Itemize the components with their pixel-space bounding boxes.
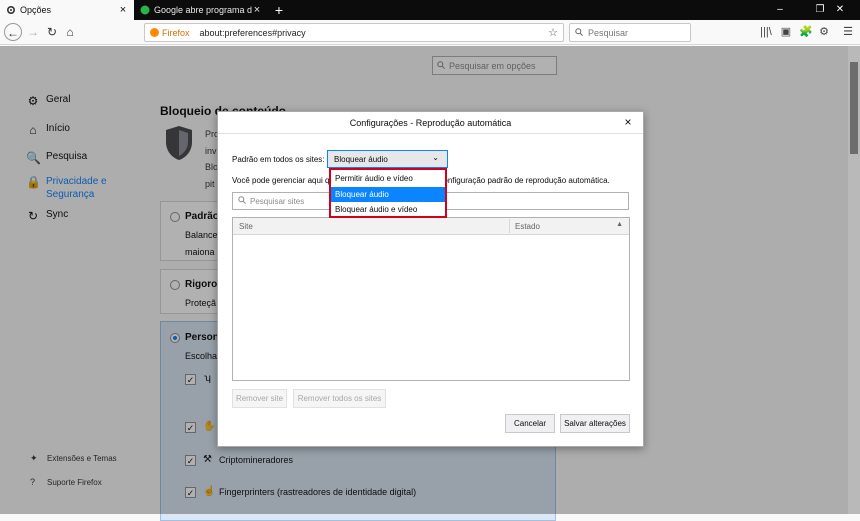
back-button[interactable]: ← bbox=[4, 23, 22, 41]
search-placeholder: Pesquisar bbox=[588, 27, 629, 38]
column-header-estado[interactable]: Estado bbox=[515, 222, 540, 231]
tab-opcoes[interactable]: Opções × bbox=[0, 0, 134, 20]
remove-all-sites-button[interactable]: Remover todos os sites bbox=[293, 389, 386, 408]
url-bar[interactable]: Firefox about:preferences#privacy ☆ bbox=[144, 23, 564, 42]
home-button[interactable]: ⌂ bbox=[61, 23, 79, 41]
scrollbar-thumb[interactable] bbox=[850, 62, 858, 154]
description-left: Você pode gerenciar aqui q bbox=[232, 176, 330, 185]
account-icon[interactable]: ⚙ bbox=[816, 24, 832, 40]
minimize-button[interactable]: – bbox=[760, 0, 800, 20]
column-header-site[interactable]: Site bbox=[239, 222, 253, 231]
sidebar-toggle-icon[interactable]: ▣ bbox=[778, 24, 794, 40]
cancel-button[interactable]: Cancelar bbox=[505, 414, 555, 433]
dropdown-option-allow[interactable]: Permitir áudio e vídeo bbox=[331, 171, 445, 186]
search-icon bbox=[575, 27, 583, 38]
forward-button[interactable]: → bbox=[24, 23, 42, 41]
gear-icon bbox=[6, 5, 16, 15]
table-header: Site Estado ▲ bbox=[233, 218, 629, 235]
description-right: configuração padrão de reprodução automá… bbox=[439, 176, 610, 185]
identity-box[interactable]: Firefox bbox=[150, 28, 190, 38]
dialog-title: Configurações - Reprodução automática bbox=[349, 117, 512, 128]
navigation-bar: ← → ↻ ⌂ Firefox about:preferences#privac… bbox=[0, 20, 860, 45]
autoplay-default-select[interactable]: Bloquear áudio ⌄ bbox=[327, 150, 448, 168]
bookmark-star-icon[interactable]: ☆ bbox=[546, 26, 560, 39]
new-tab-button[interactable]: + bbox=[272, 1, 286, 19]
column-divider bbox=[509, 219, 510, 233]
url-text[interactable]: about:preferences#privacy bbox=[200, 28, 546, 38]
site-favicon-icon bbox=[140, 5, 150, 15]
autoplay-settings-dialog: Configurações - Reprodução automática × … bbox=[217, 111, 644, 447]
close-icon[interactable]: × bbox=[621, 115, 635, 129]
dropdown-option-block-audio[interactable]: Bloquear áudio bbox=[331, 187, 445, 202]
dialog-header: Configurações - Reprodução automática × bbox=[218, 112, 643, 134]
tab-strip: Opções × Google abre programa de esta × … bbox=[0, 0, 860, 20]
default-setting-label: Padrão em todos os sites: bbox=[232, 155, 325, 164]
sites-table: Site Estado ▲ bbox=[232, 217, 630, 381]
menu-icon[interactable]: ☰ bbox=[840, 24, 856, 40]
close-tab-icon[interactable]: × bbox=[252, 4, 262, 16]
firefox-logo-icon bbox=[150, 28, 159, 37]
close-tab-icon[interactable]: × bbox=[118, 4, 128, 16]
chevron-down-icon: ⌄ bbox=[432, 153, 439, 162]
search-bar[interactable]: Pesquisar bbox=[569, 23, 691, 42]
library-icon[interactable]: |||\ bbox=[758, 24, 774, 40]
dropdown-option-block-audio-video[interactable]: Bloquear áudio e vídeo bbox=[331, 202, 445, 217]
sort-arrow-icon: ▲ bbox=[616, 221, 623, 228]
tab-title: Opções bbox=[20, 5, 52, 15]
tab-google[interactable]: Google abre programa de esta × bbox=[134, 0, 268, 20]
search-icon bbox=[238, 196, 246, 206]
window-close-button[interactable]: ✕ bbox=[820, 0, 860, 20]
brand-label: Firefox bbox=[162, 27, 190, 38]
extension-icon[interactable]: 🧩 bbox=[798, 24, 814, 40]
select-value: Bloquear áudio bbox=[334, 154, 388, 164]
reload-button[interactable]: ↻ bbox=[43, 23, 61, 41]
save-changes-button[interactable]: Salvar alterações bbox=[560, 414, 630, 433]
tab-title: Google abre programa de esta bbox=[154, 5, 252, 15]
site-search-placeholder: Pesquisar sites bbox=[250, 196, 305, 206]
autoplay-dropdown-list: Permitir áudio e vídeo Bloquear áudio Bl… bbox=[329, 168, 447, 218]
remove-site-button[interactable]: Remover site bbox=[232, 389, 287, 408]
